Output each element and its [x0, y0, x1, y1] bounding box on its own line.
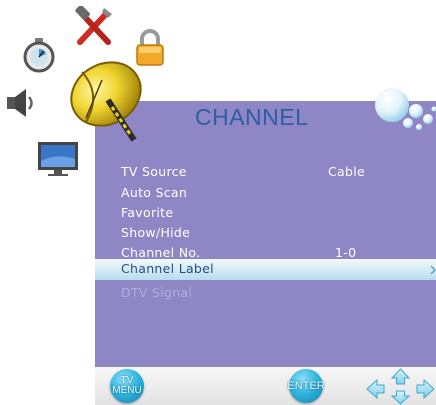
- menu-item-channel-no[interactable]: Channel No.: [121, 245, 200, 260]
- monitor-icon[interactable]: [37, 141, 79, 177]
- tv-menu-button[interactable]: TV MENU: [110, 369, 144, 403]
- direction-pad-icon[interactable]: [365, 367, 436, 405]
- timer-icon[interactable]: [22, 37, 56, 73]
- speaker-icon[interactable]: [4, 86, 38, 120]
- menu-item-tv-source[interactable]: TV Source: [121, 164, 187, 179]
- chevron-right-icon: [430, 265, 436, 275]
- menu-item-show-hide[interactable]: Show/Hide: [121, 225, 190, 240]
- enter-button-label: ENTER: [287, 380, 325, 392]
- menu-item-auto-scan[interactable]: Auto Scan: [121, 185, 187, 200]
- menu-item-favorite[interactable]: Favorite: [121, 205, 173, 220]
- menu-title: CHANNEL: [195, 104, 309, 130]
- channel-no-value: 1-0: [335, 245, 357, 260]
- tv-menu-button-line2: MENU: [112, 385, 142, 396]
- bubbles-icon: [375, 88, 436, 130]
- tv-source-value: Cable: [328, 164, 365, 179]
- menu-item-channel-label[interactable]: Channel Label: [121, 261, 214, 276]
- satellite-dish-icon[interactable]: [56, 52, 164, 147]
- menu-item-dtv-signal: DTV Signal: [121, 285, 193, 300]
- tools-icon[interactable]: [74, 6, 114, 48]
- enter-button[interactable]: ENTER: [287, 369, 325, 403]
